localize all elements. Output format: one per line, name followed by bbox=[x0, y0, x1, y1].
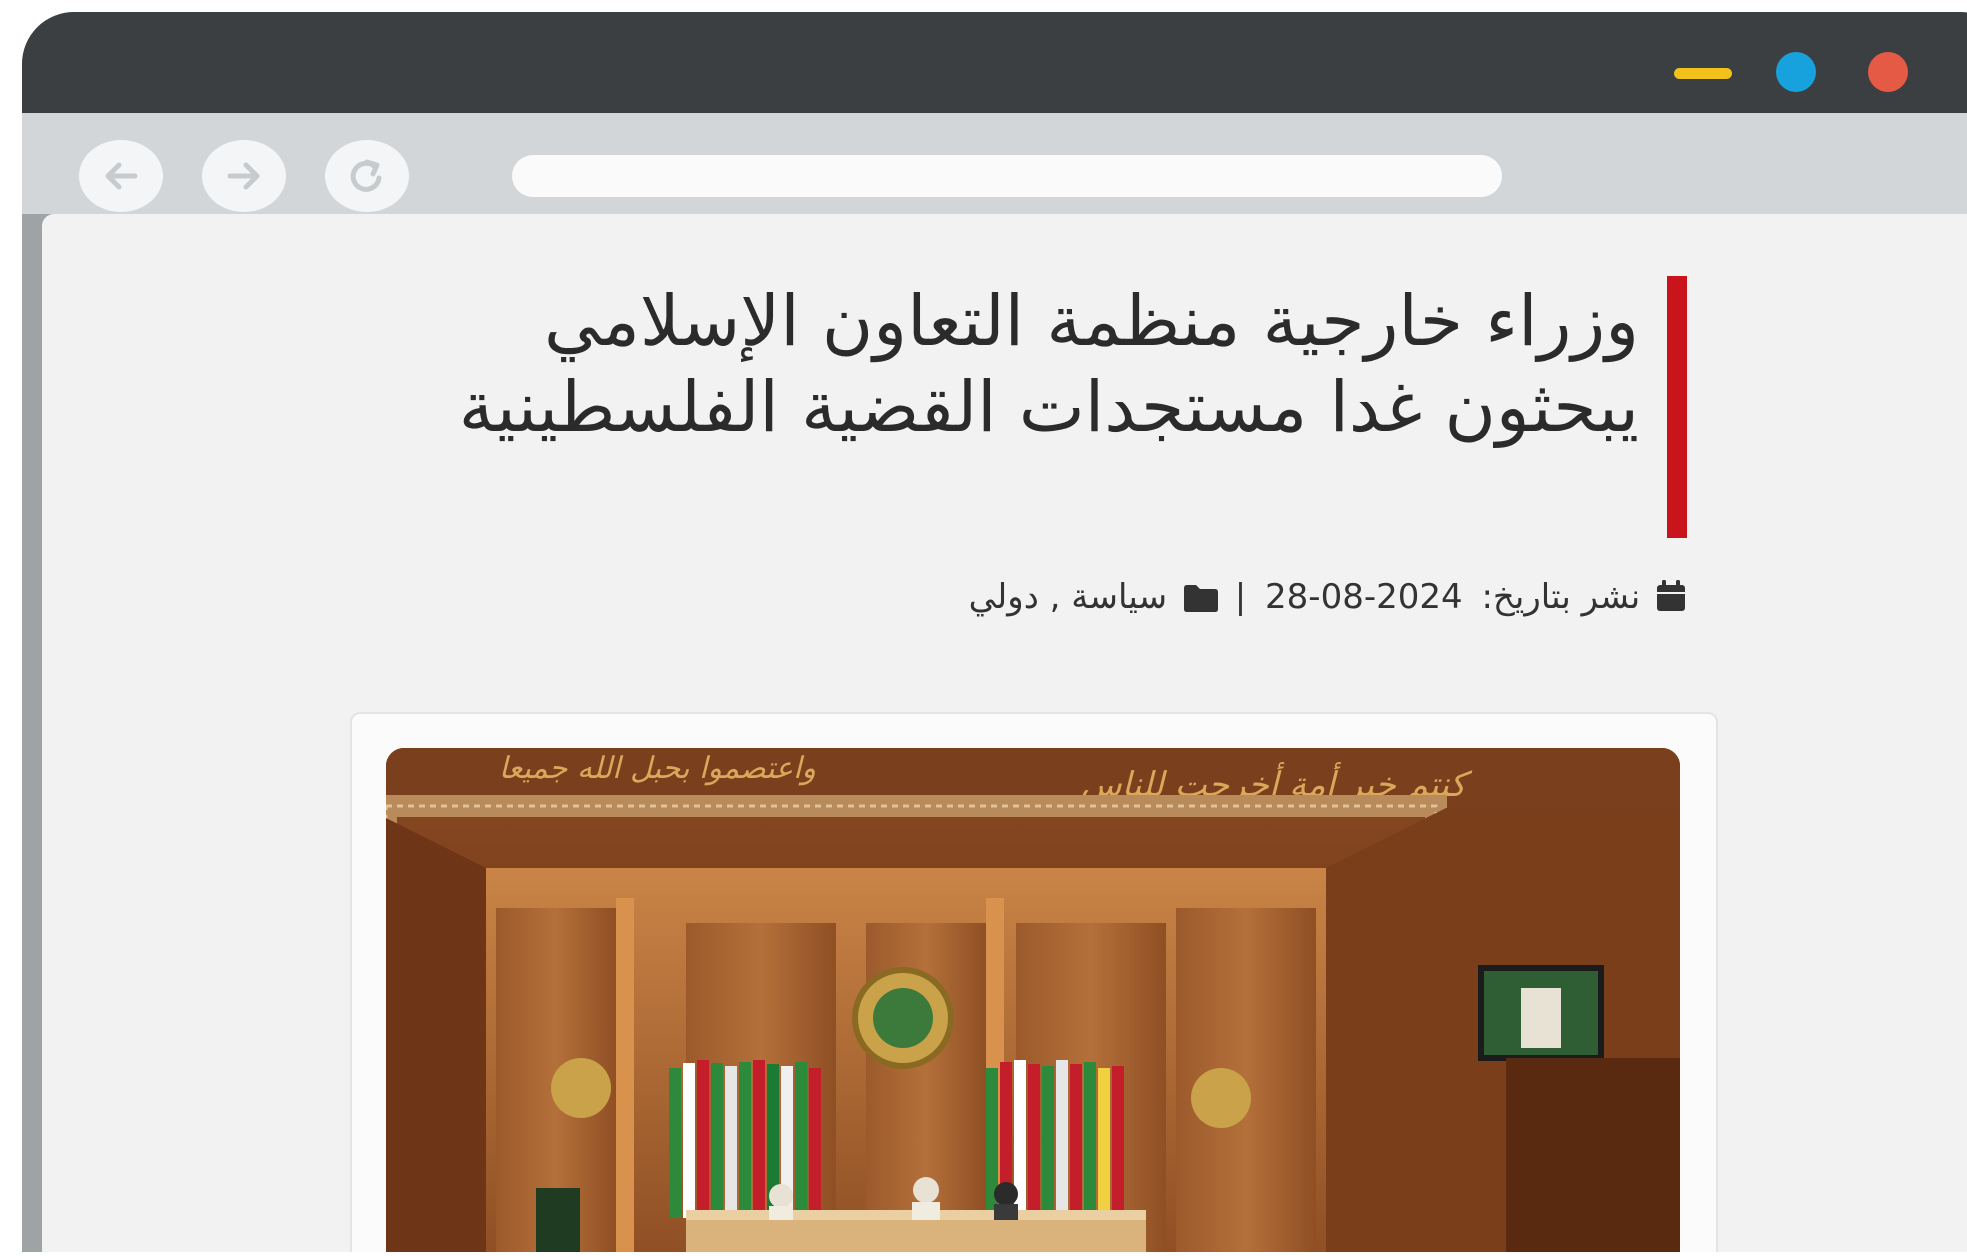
maximize-button[interactable] bbox=[1776, 52, 1816, 92]
title-bar bbox=[22, 12, 1967, 113]
address-bar[interactable] bbox=[512, 155, 1502, 197]
conference-hall-image: كنتم خير أمة أخرجت للناس واعتصموا بحبل ا… bbox=[386, 748, 1680, 1252]
folder-icon bbox=[1183, 585, 1218, 612]
reload-button[interactable] bbox=[325, 140, 409, 212]
article-header: وزراء خارجية منظمة التعاون الإسلامي يبحث… bbox=[342, 276, 1687, 538]
forward-button[interactable] bbox=[202, 140, 286, 212]
headline-accent-bar bbox=[1667, 276, 1687, 538]
arrow-right-icon bbox=[227, 162, 260, 190]
published-label: نشر بتاريخ: bbox=[1481, 577, 1641, 617]
back-button[interactable] bbox=[79, 140, 163, 212]
article-image-card: كنتم خير أمة أخرجت للناس واعتصموا بحبل ا… bbox=[350, 712, 1718, 1252]
page-viewport: وزراء خارجية منظمة التعاون الإسلامي يبحث… bbox=[42, 214, 1967, 1252]
article-photo: كنتم خير أمة أخرجت للناس واعتصموا بحبل ا… bbox=[386, 748, 1680, 1252]
calligraphy-inscription: واعتصموا بحبل الله جميعا bbox=[499, 751, 816, 786]
reload-icon bbox=[350, 159, 382, 192]
article-headline: وزراء خارجية منظمة التعاون الإسلامي يبحث… bbox=[458, 280, 1639, 448]
close-button[interactable] bbox=[1868, 52, 1908, 92]
meta-separator: | bbox=[1234, 577, 1247, 617]
publish-date: 2024-08-28 bbox=[1265, 577, 1463, 617]
article-categories[interactable]: سياسة , دولي bbox=[969, 577, 1168, 617]
minimize-button[interactable] bbox=[1674, 68, 1732, 79]
browser-toolbar bbox=[22, 113, 1967, 214]
arrow-left-icon bbox=[105, 162, 138, 190]
browser-window: وزراء خارجية منظمة التعاون الإسلامي يبحث… bbox=[22, 12, 1967, 1252]
calendar-icon bbox=[1657, 580, 1685, 611]
article-meta: نشر بتاريخ: 2024-08-28 | سياسة , دولي bbox=[965, 574, 1687, 620]
